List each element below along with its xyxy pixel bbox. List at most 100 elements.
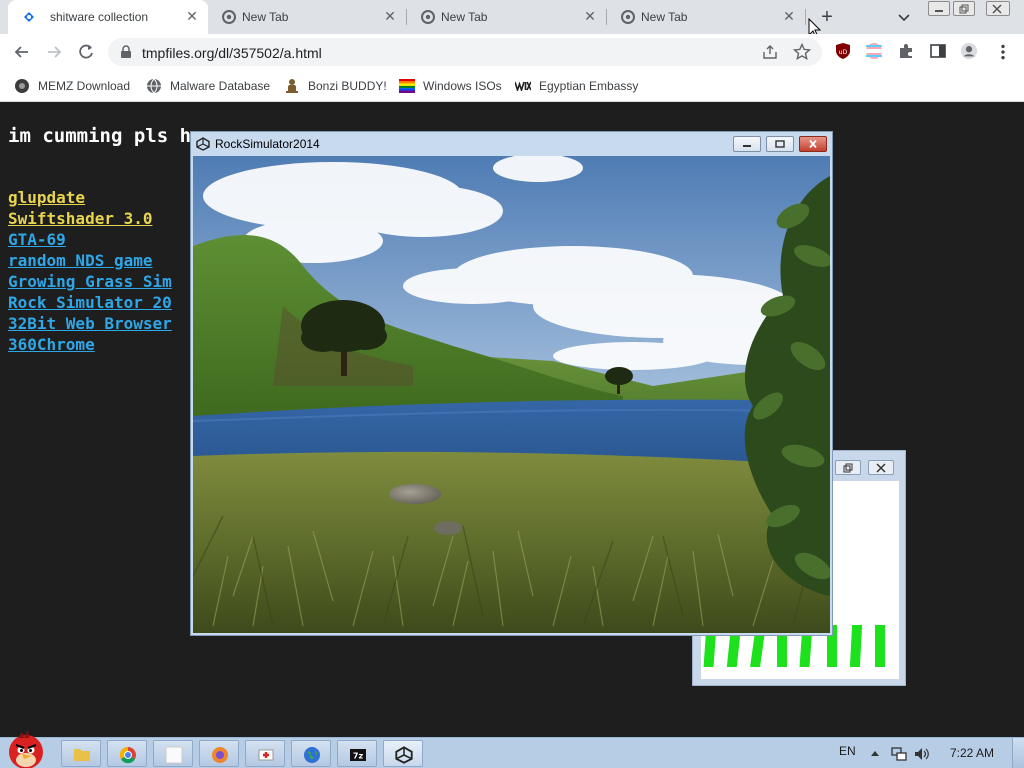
close-window-button[interactable] [868, 460, 894, 475]
landscape-scene [193, 156, 830, 633]
link-growing-grass-sim[interactable]: Growing Grass Sim [8, 271, 172, 292]
unity-logo-icon [395, 746, 413, 764]
svg-text:7z: 7z [353, 752, 364, 761]
taskbar-unity-game[interactable] [383, 740, 423, 767]
chrome-icon [222, 10, 236, 24]
chevron-down-icon[interactable] [896, 9, 912, 25]
address-bar[interactable]: tmpfiles.org/dl/357502/a.html [108, 38, 822, 66]
tab-title: New Tab [441, 10, 488, 24]
taskbar: 7z EN 7:22 AM [0, 730, 1024, 768]
angry-bird-start-icon[interactable] [4, 730, 48, 768]
purple-figure-icon [286, 79, 298, 93]
rock-simulator-window[interactable]: RockSimulator2014 [190, 131, 833, 636]
chrome-icon [621, 10, 635, 24]
7zip-icon: 7z [350, 749, 366, 761]
link-random-nds-game[interactable]: random NDS game [8, 250, 172, 271]
minimize-window-button[interactable] [928, 1, 950, 16]
kebab-menu-icon[interactable] [994, 43, 1012, 61]
tab-title: New Tab [242, 10, 289, 24]
side-panel-icon[interactable] [929, 42, 947, 60]
game-viewport[interactable] [193, 156, 830, 633]
ublock-shield-icon[interactable]: uD [834, 42, 852, 60]
url-text: tmpfiles.org/dl/357502/a.html [142, 45, 322, 61]
close-tab-icon[interactable]: ✕ [582, 8, 598, 24]
restore-window-button[interactable] [953, 1, 975, 16]
equalizer-bar [849, 625, 863, 667]
dark-circle-icon [15, 79, 29, 93]
extension-sphere-icon[interactable] [865, 42, 883, 60]
speaker-icon[interactable] [913, 746, 931, 762]
equalizer-bar [875, 625, 885, 667]
link-rock-simulator[interactable]: Rock Simulator 20 [8, 292, 172, 313]
reload-icon[interactable] [76, 42, 96, 62]
tab-strip: shitware collection ✕ New Tab ✕ New Tab … [0, 0, 1024, 39]
close-tab-icon[interactable]: ✕ [781, 8, 797, 24]
lock-icon[interactable] [120, 45, 132, 59]
taskbar-globe[interactable] [291, 740, 331, 767]
chrome-icon [421, 10, 435, 24]
link-list: glupdate Swiftshader 3.0 GTA-69 random N… [8, 187, 172, 355]
rock [434, 521, 462, 535]
tab-separator [805, 9, 806, 25]
svg-text:uD: uD [839, 49, 848, 56]
share-icon[interactable] [762, 44, 778, 60]
tab-new-tab-2[interactable]: New Tab ✕ [407, 0, 606, 34]
link-32bit-web-browser[interactable]: 32Bit Web Browser [8, 313, 172, 334]
bookmark-star-icon[interactable] [793, 43, 811, 61]
rainbow-flag-icon [399, 79, 415, 93]
site-favicon-icon [24, 12, 34, 22]
show-desktop-button[interactable] [1012, 738, 1024, 768]
maximize-window-button[interactable] [766, 136, 794, 152]
page-heading: im cumming pls h [8, 125, 192, 147]
tab-title: shitware collection [50, 10, 149, 24]
bookmark-windows-isos[interactable]: Windows ISOs [399, 77, 502, 95]
minimize-window-button[interactable] [733, 136, 761, 152]
tab-new-tab-1[interactable]: New Tab ✕ [208, 0, 406, 34]
bookmark-egyptian-embassy[interactable]: Egyptian Embassy [515, 77, 638, 95]
close-tab-icon[interactable]: ✕ [382, 8, 398, 24]
link-gta-69[interactable]: GTA-69 [8, 229, 172, 250]
rock [389, 484, 441, 504]
forward-arrow-icon[interactable] [44, 42, 64, 62]
bookmark-memz-download[interactable]: MEMZ Download [14, 77, 130, 95]
tab-title: New Tab [641, 10, 688, 24]
taskbar-chrome[interactable] [107, 740, 147, 767]
language-indicator[interactable]: EN [839, 744, 856, 758]
link-360chrome[interactable]: 360Chrome [8, 334, 172, 355]
network-icon[interactable] [891, 746, 907, 762]
link-glupdate[interactable]: glupdate [8, 187, 172, 208]
wix-logo-icon [515, 81, 531, 91]
browser-toolbar: tmpfiles.org/dl/357502/a.html uD [0, 34, 1024, 70]
close-window-button[interactable] [986, 1, 1010, 16]
bookmark-bonzi-buddy[interactable]: Bonzi BUDDY! [284, 77, 387, 95]
chrome-icon [119, 746, 136, 764]
tab-shitware-collection[interactable]: shitware collection ✕ [8, 0, 208, 34]
close-window-button[interactable] [799, 136, 827, 152]
taskbar-blank-window[interactable] [153, 740, 193, 767]
restore-window-button[interactable] [835, 460, 861, 475]
chevron-up-icon[interactable] [870, 749, 880, 757]
profile-avatar-icon[interactable] [960, 42, 978, 60]
taskbar-firefox-like[interactable] [199, 740, 239, 767]
extensions-puzzle-icon[interactable] [897, 42, 915, 60]
bookmark-malware-database[interactable]: Malware Database [146, 77, 270, 95]
link-swiftshader[interactable]: Swiftshader 3.0 [8, 208, 172, 229]
bookmark-label: Egyptian Embassy [539, 79, 639, 93]
folder-icon [74, 749, 90, 761]
close-tab-icon[interactable]: ✕ [184, 8, 200, 24]
browser-orb-icon [212, 747, 228, 763]
unity-logo-icon [196, 137, 210, 151]
clock-time[interactable]: 7:22 AM [950, 746, 994, 760]
back-arrow-icon[interactable] [12, 42, 32, 62]
bookmark-label: MEMZ Download [38, 79, 131, 93]
taskbar-7zip[interactable]: 7z [337, 740, 377, 767]
window-title: RockSimulator2014 [215, 137, 320, 151]
taskbar-red-cross-app[interactable] [245, 740, 285, 767]
bookmark-label: Windows ISOs [423, 79, 502, 93]
globe-icon [147, 78, 161, 94]
bookmarks-bar: MEMZ Download Malware Database Bonzi BUD… [0, 70, 1024, 102]
taskbar-folder[interactable] [61, 740, 101, 767]
blank-window-icon [165, 746, 183, 764]
tab-new-tab-3[interactable]: New Tab ✕ [607, 0, 805, 34]
bookmark-label: Malware Database [170, 79, 271, 93]
